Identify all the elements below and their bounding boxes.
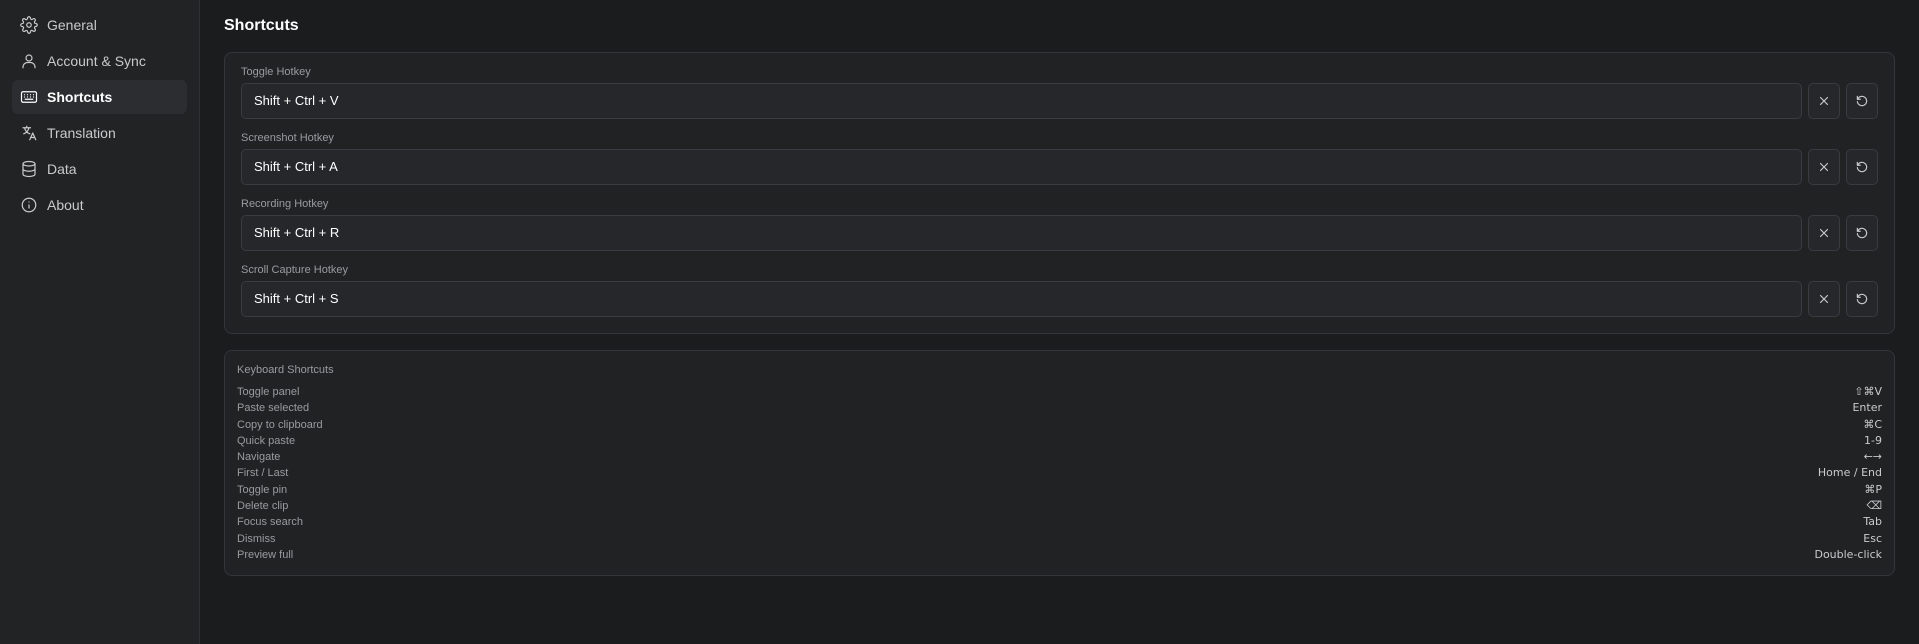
- close-icon: [1819, 294, 1829, 304]
- hotkey-label: Toggle Hotkey: [241, 66, 311, 78]
- page-title: Shortcuts: [224, 17, 299, 34]
- hotkey-screenshot: Screenshot Hotkey Shift + Ctrl + A: [241, 129, 1878, 185]
- sidebar-item-translation[interactable]: Translation: [12, 116, 187, 150]
- hotkey-input[interactable]: Shift + Ctrl + A: [241, 149, 1802, 185]
- hotkey-input[interactable]: Shift + Ctrl + R: [241, 215, 1802, 251]
- translate-icon: [20, 124, 38, 142]
- shortcut-action: Paste selected: [237, 402, 310, 415]
- hotkey-row: Shift + Ctrl + S: [241, 281, 1878, 317]
- keyboard-shortcuts-list: Toggle panel ⇧⌘V Paste selected Enter Copy t…: [237, 384, 1882, 563]
- shortcut-key: ⌘P: [1864, 482, 1882, 496]
- shortcut-key: Tab: [1863, 515, 1882, 529]
- reset-icon: [1856, 227, 1868, 239]
- sidebar-item-label: Shortcuts: [47, 89, 113, 105]
- reset-button[interactable]: [1846, 215, 1878, 251]
- shortcut-row: Copy to clipboard ⌘C: [237, 417, 1882, 433]
- hotkey-row: Shift + Ctrl + A: [241, 149, 1878, 185]
- shortcut-row: Quick paste 1-9: [237, 433, 1882, 449]
- hotkey-toggle: Toggle Hotkey Shift + Ctrl + V: [241, 63, 1878, 119]
- clear-button[interactable]: [1808, 149, 1840, 185]
- close-icon: [1819, 162, 1829, 172]
- clear-button[interactable]: [1808, 215, 1840, 251]
- reset-icon: [1856, 161, 1868, 173]
- close-icon: [1819, 96, 1829, 106]
- sidebar-item-label: Translation: [47, 125, 116, 141]
- shortcut-action: Toggle pin: [237, 483, 288, 496]
- shortcut-row: Dismiss Esc: [237, 531, 1882, 547]
- reset-button[interactable]: [1846, 149, 1878, 185]
- shortcut-key: Home / End: [1817, 466, 1882, 480]
- shortcut-key: Esc: [1863, 531, 1882, 545]
- gear-icon: [20, 16, 38, 34]
- keyboard-shortcuts-title: Keyboard Shortcuts: [237, 364, 334, 376]
- shortcut-key: ←→: [1863, 450, 1882, 464]
- hotkey-input[interactable]: Shift + Ctrl + V: [241, 83, 1802, 119]
- close-icon: [1819, 228, 1829, 238]
- reset-button[interactable]: [1846, 83, 1878, 119]
- main-content: Shortcuts Toggle Hotkey Shift + Ctrl + V…: [200, 0, 1919, 644]
- clear-button[interactable]: [1808, 281, 1840, 317]
- database-icon: [20, 160, 38, 178]
- hotkey-input[interactable]: Shift + Ctrl + S: [241, 281, 1802, 317]
- hotkey-recording: Recording Hotkey Shift + Ctrl + R: [241, 195, 1878, 251]
- sidebar-item-account-sync[interactable]: Account & Sync: [12, 44, 187, 78]
- shortcut-action: Focus search: [237, 516, 304, 529]
- shortcut-action: Delete clip: [237, 500, 289, 513]
- hotkey-label: Recording Hotkey: [241, 198, 329, 210]
- hotkey-row: Shift + Ctrl + V: [241, 83, 1878, 119]
- sidebar-item-shortcuts[interactable]: Shortcuts: [12, 80, 187, 114]
- user-icon: [20, 52, 38, 70]
- info-icon: [20, 196, 38, 214]
- shortcut-key: ⌫: [1866, 499, 1882, 513]
- reset-icon: [1856, 95, 1868, 107]
- sidebar-item-general[interactable]: General: [12, 8, 187, 42]
- hotkey-label: Scroll Capture Hotkey: [241, 264, 348, 276]
- sidebar-item-label: General: [47, 17, 97, 33]
- shortcut-row: First / Last Home / End: [237, 465, 1882, 481]
- shortcut-action: First / Last: [237, 467, 289, 480]
- hotkey-label: Screenshot Hotkey: [241, 132, 334, 144]
- shortcut-row: Focus search Tab: [237, 514, 1882, 530]
- keyboard-icon: [20, 88, 38, 106]
- shortcut-key: ⌘C: [1863, 417, 1882, 431]
- shortcut-action: Dismiss: [237, 532, 276, 545]
- sidebar-item-label: Account & Sync: [47, 53, 146, 69]
- shortcut-action: Toggle panel: [237, 386, 300, 398]
- shortcut-key: 1-9: [1864, 433, 1882, 447]
- shortcut-row: Delete clip ⌫: [237, 498, 1882, 514]
- shortcut-key: ⇧⌘V: [1854, 385, 1882, 398]
- keyboard-shortcuts-card: Keyboard Shortcuts Toggle panel ⇧⌘V Paste …: [224, 350, 1895, 577]
- shortcut-action: Quick paste: [237, 434, 296, 447]
- shortcut-key: Double-click: [1814, 547, 1882, 561]
- sidebar-item-about[interactable]: About: [12, 188, 187, 222]
- shortcut-row: Preview full Double-click: [237, 547, 1882, 563]
- shortcut-row: Toggle panel ⇧⌘V: [237, 384, 1882, 400]
- sidebar-item-label: Data: [47, 161, 77, 177]
- shortcut-action: Copy to clipboard: [237, 418, 323, 431]
- shortcut-action: Preview full: [237, 548, 294, 561]
- shortcut-key: Enter: [1852, 401, 1882, 415]
- hotkeys-card: Toggle Hotkey Shift + Ctrl + V Screensho…: [224, 52, 1895, 334]
- shortcut-row: Navigate ←→: [237, 449, 1882, 465]
- shortcut-action: Navigate: [237, 451, 281, 464]
- hotkey-scroll-capture: Scroll Capture Hotkey Shift + Ctrl + S: [241, 261, 1878, 317]
- hotkey-row: Shift + Ctrl + R: [241, 215, 1878, 251]
- sidebar-item-data[interactable]: Data: [12, 152, 187, 186]
- reset-icon: [1856, 293, 1868, 305]
- shortcut-row: Paste selected Enter: [237, 400, 1882, 416]
- reset-button[interactable]: [1846, 281, 1878, 317]
- shortcut-row: Toggle pin ⌘P: [237, 482, 1882, 498]
- clear-button[interactable]: [1808, 83, 1840, 119]
- sidebar: General Account & Sync Shortcuts Transla…: [0, 0, 200, 644]
- sidebar-item-label: About: [47, 197, 84, 213]
- app-window: General Account & Sync Shortcuts Transla…: [0, 0, 1919, 644]
